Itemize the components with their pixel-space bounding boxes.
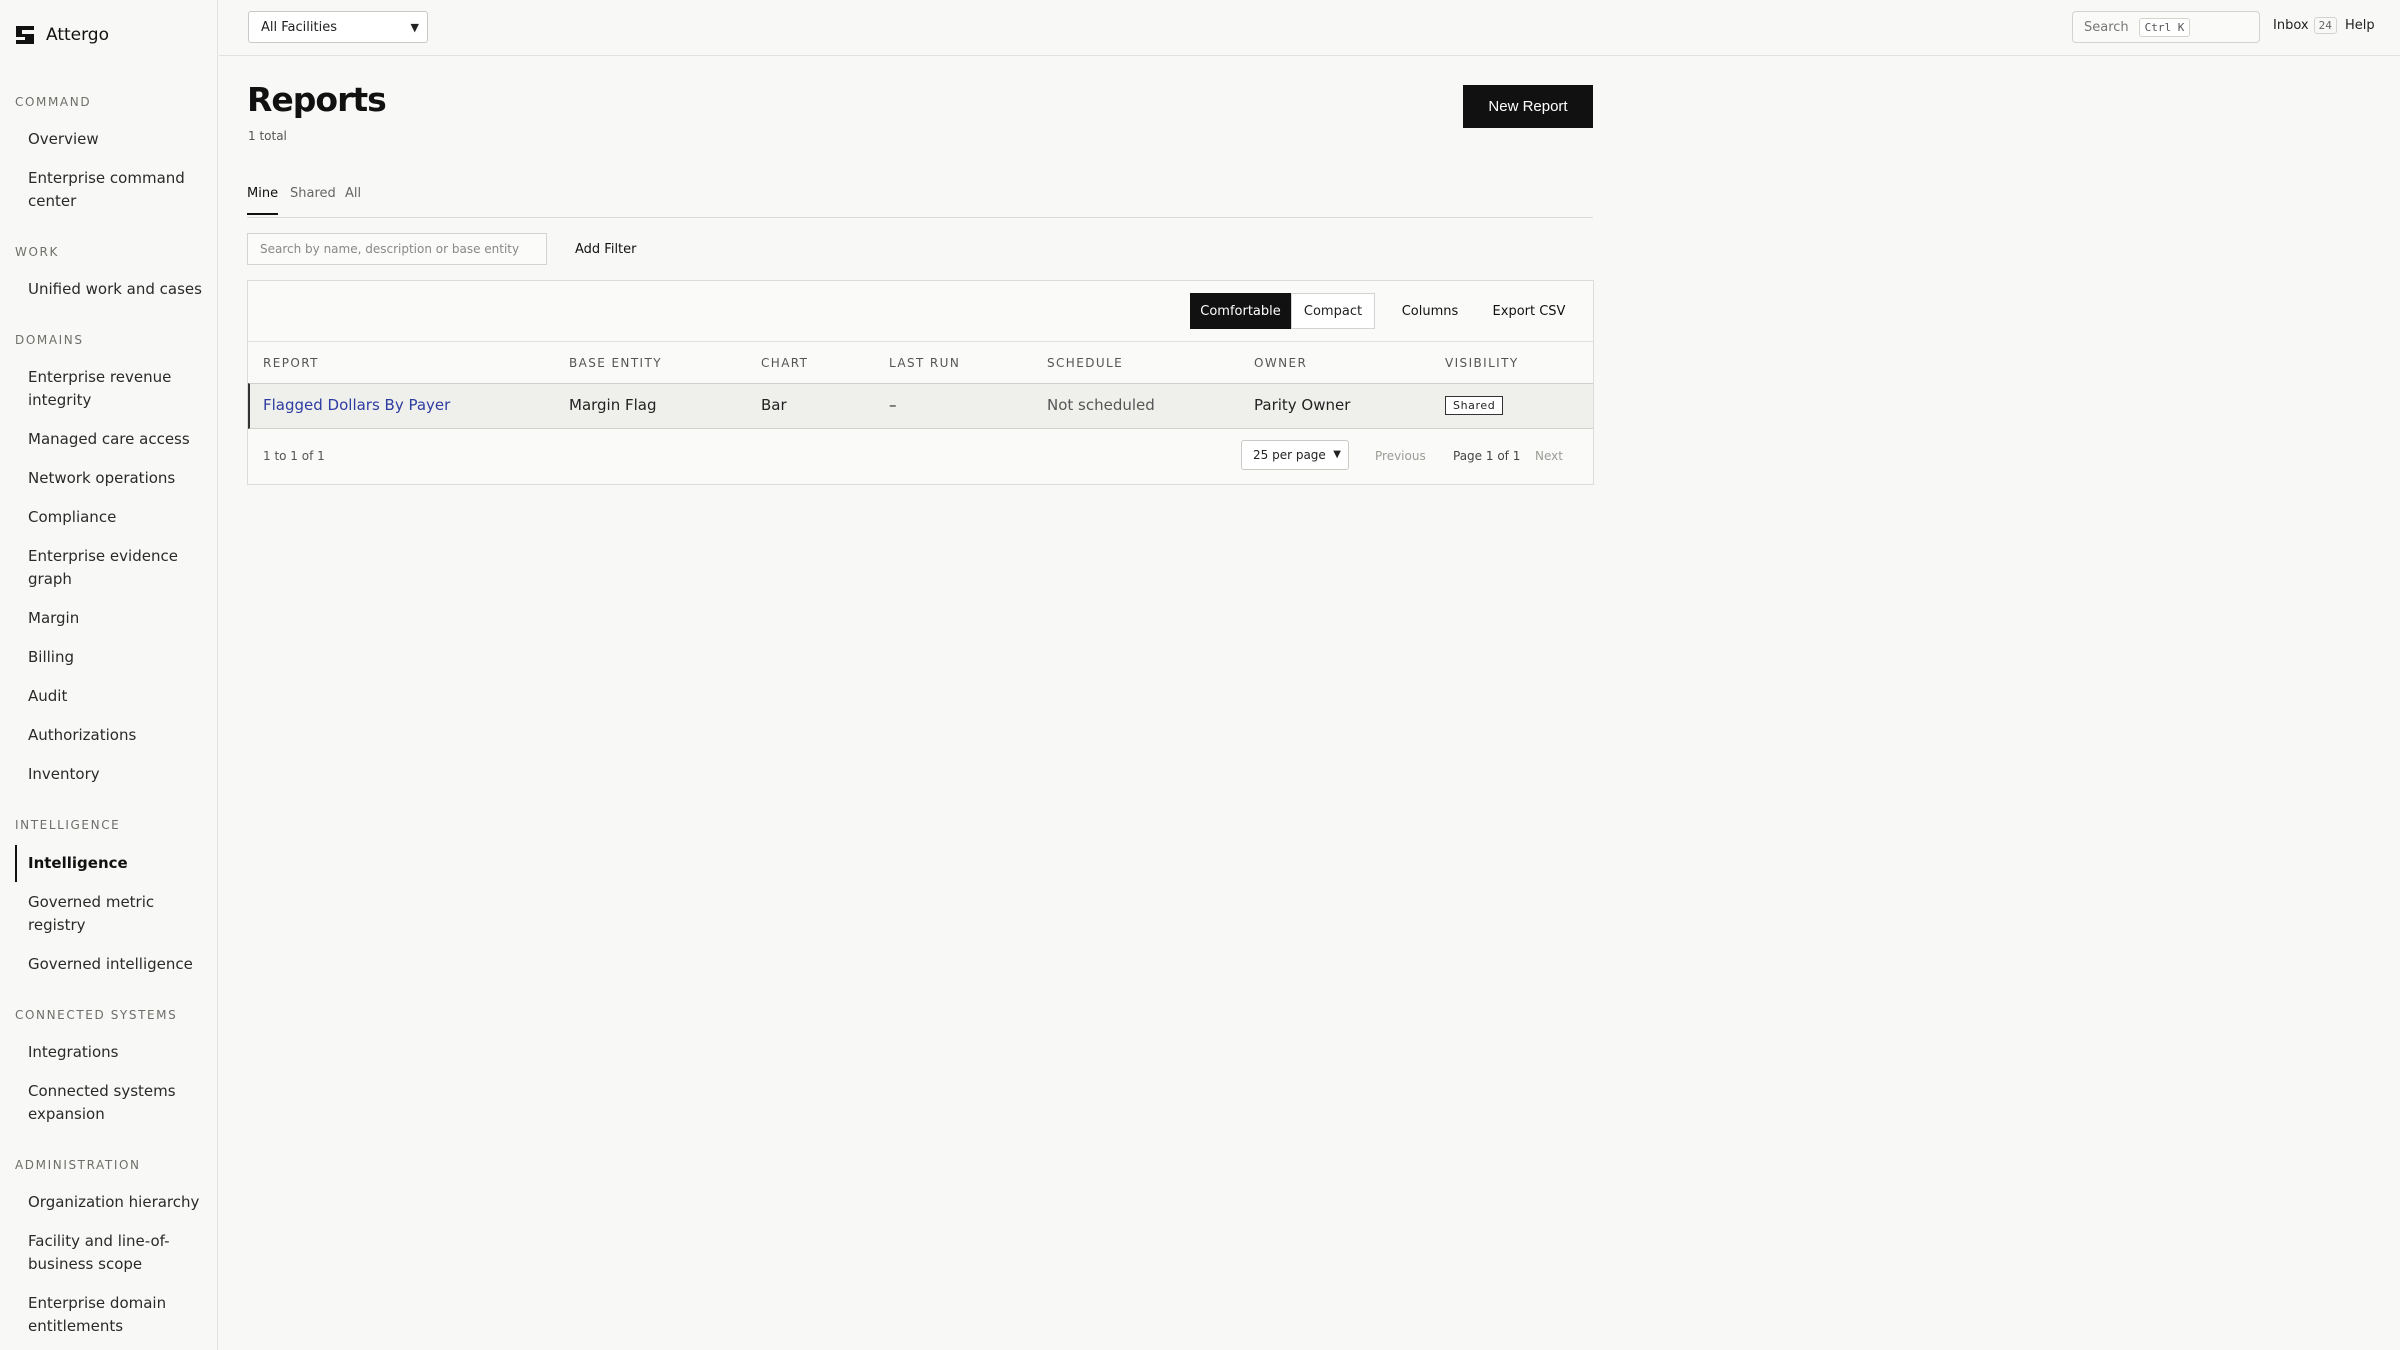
density-comfortable-button[interactable]: Comfortable bbox=[1190, 293, 1291, 329]
tab-all[interactable]: All bbox=[345, 186, 361, 213]
cell-owner: Parity Owner bbox=[1254, 396, 1351, 414]
column-header-last-run[interactable]: LAST RUN bbox=[889, 356, 960, 370]
sidebar-item-authorizations[interactable]: Authorizations bbox=[28, 724, 208, 747]
sidebar-item-inventory[interactable]: Inventory bbox=[28, 763, 208, 786]
sidebar-item-enterprise-command-center[interactable]: Enterprise command center bbox=[28, 167, 208, 213]
cell-last-run: – bbox=[889, 396, 897, 414]
sidebar-item-organization-hierarchy[interactable]: Organization hierarchy bbox=[28, 1191, 208, 1214]
cell-base-entity: Margin Flag bbox=[569, 396, 657, 414]
tab-mine[interactable]: Mine bbox=[247, 186, 279, 215]
column-header-report[interactable]: REPORT bbox=[263, 356, 319, 370]
sidebar-item-intelligence[interactable]: Intelligence bbox=[28, 852, 208, 875]
next-page-button[interactable]: Next bbox=[1535, 449, 1563, 463]
per-page-value: 25 per page bbox=[1253, 448, 1326, 462]
export-csv-button[interactable]: Export CSV bbox=[1484, 293, 1574, 329]
brand[interactable]: Attergo bbox=[16, 25, 109, 45]
column-header-base-entity[interactable]: BASE ENTITY bbox=[569, 356, 662, 370]
report-count: 1 total bbox=[248, 129, 287, 143]
inbox-link[interactable]: Inbox 24 bbox=[2273, 17, 2337, 34]
nav-section-intelligence: INTELLIGENCE bbox=[15, 818, 121, 832]
page-title: Reports bbox=[247, 80, 387, 119]
facility-select[interactable]: All Facilities ▼ bbox=[248, 11, 428, 43]
nav-section-administration: ADMINISTRATION bbox=[15, 1158, 141, 1172]
column-header-owner[interactable]: OWNER bbox=[1254, 356, 1307, 370]
sidebar-item-governed-intelligence[interactable]: Governed intelligence bbox=[28, 953, 208, 976]
sidebar-item-enterprise-evidence-graph[interactable]: Enterprise evidence graph bbox=[28, 545, 208, 591]
sidebar-item-enterprise-domain-entitlements[interactable]: Enterprise domain entitlements bbox=[28, 1292, 208, 1338]
global-search[interactable]: Search Ctrl K bbox=[2072, 11, 2260, 43]
sidebar-item-audit[interactable]: Audit bbox=[28, 685, 208, 708]
new-report-button[interactable]: New Report bbox=[1463, 85, 1593, 128]
inbox-label: Inbox bbox=[2273, 18, 2309, 33]
nav-section-work: WORK bbox=[15, 245, 59, 259]
facility-select-value: All Facilities bbox=[261, 19, 337, 35]
columns-button[interactable]: Columns bbox=[1395, 293, 1465, 329]
sidebar-item-unified-work-and-cases[interactable]: Unified work and cases bbox=[28, 278, 208, 301]
nav-section-command: COMMAND bbox=[15, 95, 92, 109]
column-header-schedule[interactable]: SCHEDULE bbox=[1047, 356, 1123, 370]
report-name-link[interactable]: Flagged Dollars By Payer bbox=[263, 396, 450, 414]
search-shortcut: Ctrl K bbox=[2138, 17, 2191, 37]
topbar: All Facilities ▼ Search Ctrl K Inbox 24 … bbox=[219, 0, 2400, 56]
column-header-chart[interactable]: CHART bbox=[761, 356, 808, 370]
pagination-range: 1 to 1 of 1 bbox=[263, 449, 325, 463]
sidebar-item-compliance[interactable]: Compliance bbox=[28, 506, 208, 529]
chevron-down-icon: ▼ bbox=[410, 21, 419, 34]
cell-chart: Bar bbox=[761, 396, 787, 414]
tab-shared[interactable]: Shared bbox=[290, 186, 336, 213]
sidebar: Attergo COMMAND Overview Enterprise comm… bbox=[0, 0, 218, 1350]
page-indicator: Page 1 of 1 bbox=[1453, 449, 1521, 463]
density-compact-button[interactable]: Compact bbox=[1291, 293, 1375, 329]
table-footer: 1 to 1 of 1 25 per page ▼ Previous Page … bbox=[248, 429, 1593, 484]
column-header-visibility[interactable]: VISIBILITY bbox=[1445, 356, 1519, 370]
add-filter-button[interactable]: Add Filter bbox=[575, 242, 637, 257]
nav-section-domains: DOMAINS bbox=[15, 333, 84, 347]
chevron-down-icon: ▼ bbox=[1333, 449, 1341, 460]
sidebar-item-connected-systems-expansion[interactable]: Connected systems expansion bbox=[28, 1080, 208, 1126]
table-header: REPORT BASE ENTITY CHART LAST RUN SCHEDU… bbox=[248, 341, 1593, 383]
sidebar-item-governed-metric-registry[interactable]: Governed metric registry bbox=[28, 891, 208, 937]
report-tabs: Mine Shared All bbox=[247, 175, 1593, 218]
sidebar-item-network-operations[interactable]: Network operations bbox=[28, 467, 208, 490]
inbox-count-badge: 24 bbox=[2313, 17, 2337, 34]
reports-table: Comfortable Compact Columns Export CSV R… bbox=[247, 280, 1594, 485]
per-page-select[interactable]: 25 per page ▼ bbox=[1241, 440, 1349, 470]
sidebar-item-facility-scope[interactable]: Facility and line-of-business scope bbox=[28, 1230, 208, 1276]
help-link[interactable]: Help bbox=[2345, 18, 2375, 33]
search-label: Search bbox=[2084, 19, 2129, 35]
table-row[interactable]: Flagged Dollars By Payer Margin Flag Bar… bbox=[248, 383, 1593, 429]
sidebar-item-margin[interactable]: Margin bbox=[28, 607, 208, 630]
active-indicator bbox=[15, 845, 17, 882]
previous-page-button[interactable]: Previous bbox=[1375, 449, 1426, 463]
sidebar-item-managed-care-access[interactable]: Managed care access bbox=[28, 428, 208, 451]
brand-name: Attergo bbox=[46, 25, 110, 45]
cell-schedule: Not scheduled bbox=[1047, 396, 1155, 414]
report-search-input[interactable]: Search by name, description or base enti… bbox=[247, 233, 547, 265]
sidebar-item-integrations[interactable]: Integrations bbox=[28, 1041, 208, 1064]
sidebar-item-billing[interactable]: Billing bbox=[28, 646, 208, 669]
sidebar-item-enterprise-revenue-integrity[interactable]: Enterprise revenue integrity bbox=[28, 366, 208, 412]
sidebar-item-overview[interactable]: Overview bbox=[28, 128, 208, 151]
attergo-logo-icon bbox=[16, 26, 34, 44]
visibility-badge: Shared bbox=[1445, 396, 1504, 415]
nav-section-connected-systems: CONNECTED SYSTEMS bbox=[15, 1008, 178, 1022]
